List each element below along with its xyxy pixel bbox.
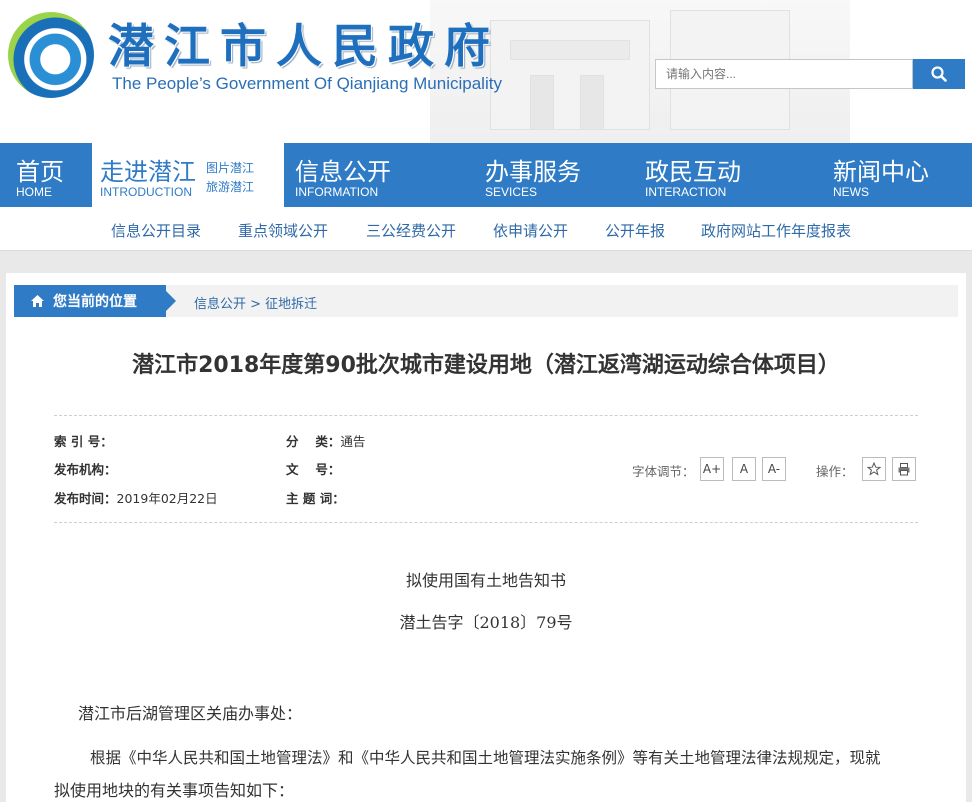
nav-item-sublabel: NEWS xyxy=(833,185,869,199)
meta-date-label: 发布时间： xyxy=(54,491,117,506)
nav-item-sublabel: INTERACTION xyxy=(645,185,727,199)
government-logo[interactable] xyxy=(8,12,94,98)
nav-item-label: 新闻中心 xyxy=(833,158,929,186)
meta-publisher: 发布机构： xyxy=(54,459,117,478)
meta-docno-label: 文 号： xyxy=(286,462,341,477)
subnav-item-key-areas[interactable]: 重点领域公开 xyxy=(238,220,328,241)
subnav-item-three-public-funds[interactable]: 三公经费公开 xyxy=(366,220,456,241)
meta-date-value: 2019年02月22日 xyxy=(116,491,218,506)
document-paragraph-line: 根据《中华人民共和国土地管理法》和《中华人民共和国土地管理法实施条例》等有关土地… xyxy=(90,749,881,767)
search-icon xyxy=(931,66,947,82)
nav-item-information[interactable]: 信息公开 INFORMATION xyxy=(284,143,464,207)
nav-item-sublabel: INTRODUCTION xyxy=(100,185,192,199)
meta-publisher-label: 发布机构： xyxy=(54,462,117,477)
star-icon xyxy=(867,462,881,476)
font-decrease-button[interactable]: A- xyxy=(762,457,786,481)
meta-category-value: 通告 xyxy=(340,434,366,449)
meta-divider-top xyxy=(54,415,918,416)
breadcrumb-path[interactable]: 信息公开 > 征地拆迁 xyxy=(194,293,317,312)
subnav-item-on-request[interactable]: 依申请公开 xyxy=(493,220,568,241)
article-title: 潜江市2018年度第90批次城市建设用地（潜江返湾湖运动综合体项目） xyxy=(132,353,840,378)
print-icon xyxy=(898,463,910,476)
meta-index-label: 索 引 号： xyxy=(54,434,113,449)
meta-subject: 主 题 词： xyxy=(286,488,345,507)
site-subtitle: The People’s Government Of Qianjiang Mun… xyxy=(112,74,502,93)
breadcrumb: 您当前的位置 信息公开 > 征地拆迁 xyxy=(14,285,958,317)
meta-divider-bottom xyxy=(54,522,918,523)
site-title: 潜江市人民政府 xyxy=(108,19,500,73)
site-header: 潜江市人民政府 The People’s Government Of Qianj… xyxy=(0,0,972,143)
search-input[interactable] xyxy=(655,59,913,89)
content-panel: 您当前的位置 信息公开 > 征地拆迁 潜江市2018年度第90批次城市建设用地（… xyxy=(6,273,966,802)
nav-link-travel-qianjiang[interactable]: 旅游潜江 xyxy=(206,178,254,195)
nav-item-news[interactable]: 新闻中心 NEWS xyxy=(822,143,962,207)
meta-index-number: 索 引 号： xyxy=(54,431,113,450)
font-size-label: 字体调节： xyxy=(632,464,695,479)
nav-item-interaction[interactable]: 政民互动 INTERACTION xyxy=(634,143,804,207)
breadcrumb-label: 您当前的位置 xyxy=(14,285,176,317)
document-recipient: 潜江市后湖管理区关庙办事处： xyxy=(78,704,303,723)
meta-document-number: 文 号： xyxy=(286,459,340,478)
nav-link-photo-qianjiang[interactable]: 图片潜江 xyxy=(206,159,254,176)
print-button[interactable] xyxy=(892,457,916,481)
nav-item-label: 走进潜江 xyxy=(100,158,196,186)
meta-publish-date: 发布时间：2019年02月22日 xyxy=(54,488,218,507)
breadcrumb-label-text: 您当前的位置 xyxy=(53,294,137,310)
search-button[interactable] xyxy=(913,59,965,89)
nav-item-label: 信息公开 xyxy=(295,158,391,186)
nav-item-home[interactable]: 首页 HOME xyxy=(0,143,92,207)
nav-item-sublabel: HOME xyxy=(16,185,52,199)
meta-category: 分 类：通告 xyxy=(286,431,365,450)
nav-item-sublabel: SEVICES xyxy=(485,185,538,199)
font-reset-button[interactable]: A xyxy=(732,457,756,481)
meta-subject-label: 主 题 词： xyxy=(286,491,345,506)
subnav-item-annual-report[interactable]: 公开年报 xyxy=(605,220,665,241)
document-number: 潜土告字〔2018〕79号 xyxy=(399,613,573,632)
nav-item-label: 办事服务 xyxy=(485,158,581,186)
main-nav: 首页 HOME 走进潜江 INTRODUCTION 图片潜江 旅游潜江 信息公开… xyxy=(0,143,972,207)
font-increase-button[interactable]: A+ xyxy=(700,457,724,481)
nav-item-services[interactable]: 办事服务 SEVICES xyxy=(474,143,624,207)
nav-item-introduction[interactable]: 走进潜江 INTRODUCTION 图片潜江 旅游潜江 xyxy=(92,143,284,207)
subnav-item-website-report[interactable]: 政府网站工作年度报表 xyxy=(701,220,851,241)
nav-item-label: 首页 xyxy=(16,158,64,186)
nav-item-label: 政民互动 xyxy=(645,158,741,186)
meta-category-label: 分 类： xyxy=(286,434,341,449)
subnav-item-catalog[interactable]: 信息公开目录 xyxy=(111,220,201,241)
favorite-button[interactable] xyxy=(862,457,886,481)
home-icon xyxy=(31,295,44,307)
document-paragraph-line: 拟使用地块的有关事项告知如下： xyxy=(54,781,295,800)
nav-item-sublabel: INFORMATION xyxy=(295,185,379,199)
document-heading: 拟使用国有土地告知书 xyxy=(405,571,566,590)
sub-nav: 信息公开目录 重点领域公开 三公经费公开 依申请公开 公开年报 政府网站工作年度… xyxy=(0,207,972,251)
operations-label: 操作： xyxy=(816,464,854,479)
